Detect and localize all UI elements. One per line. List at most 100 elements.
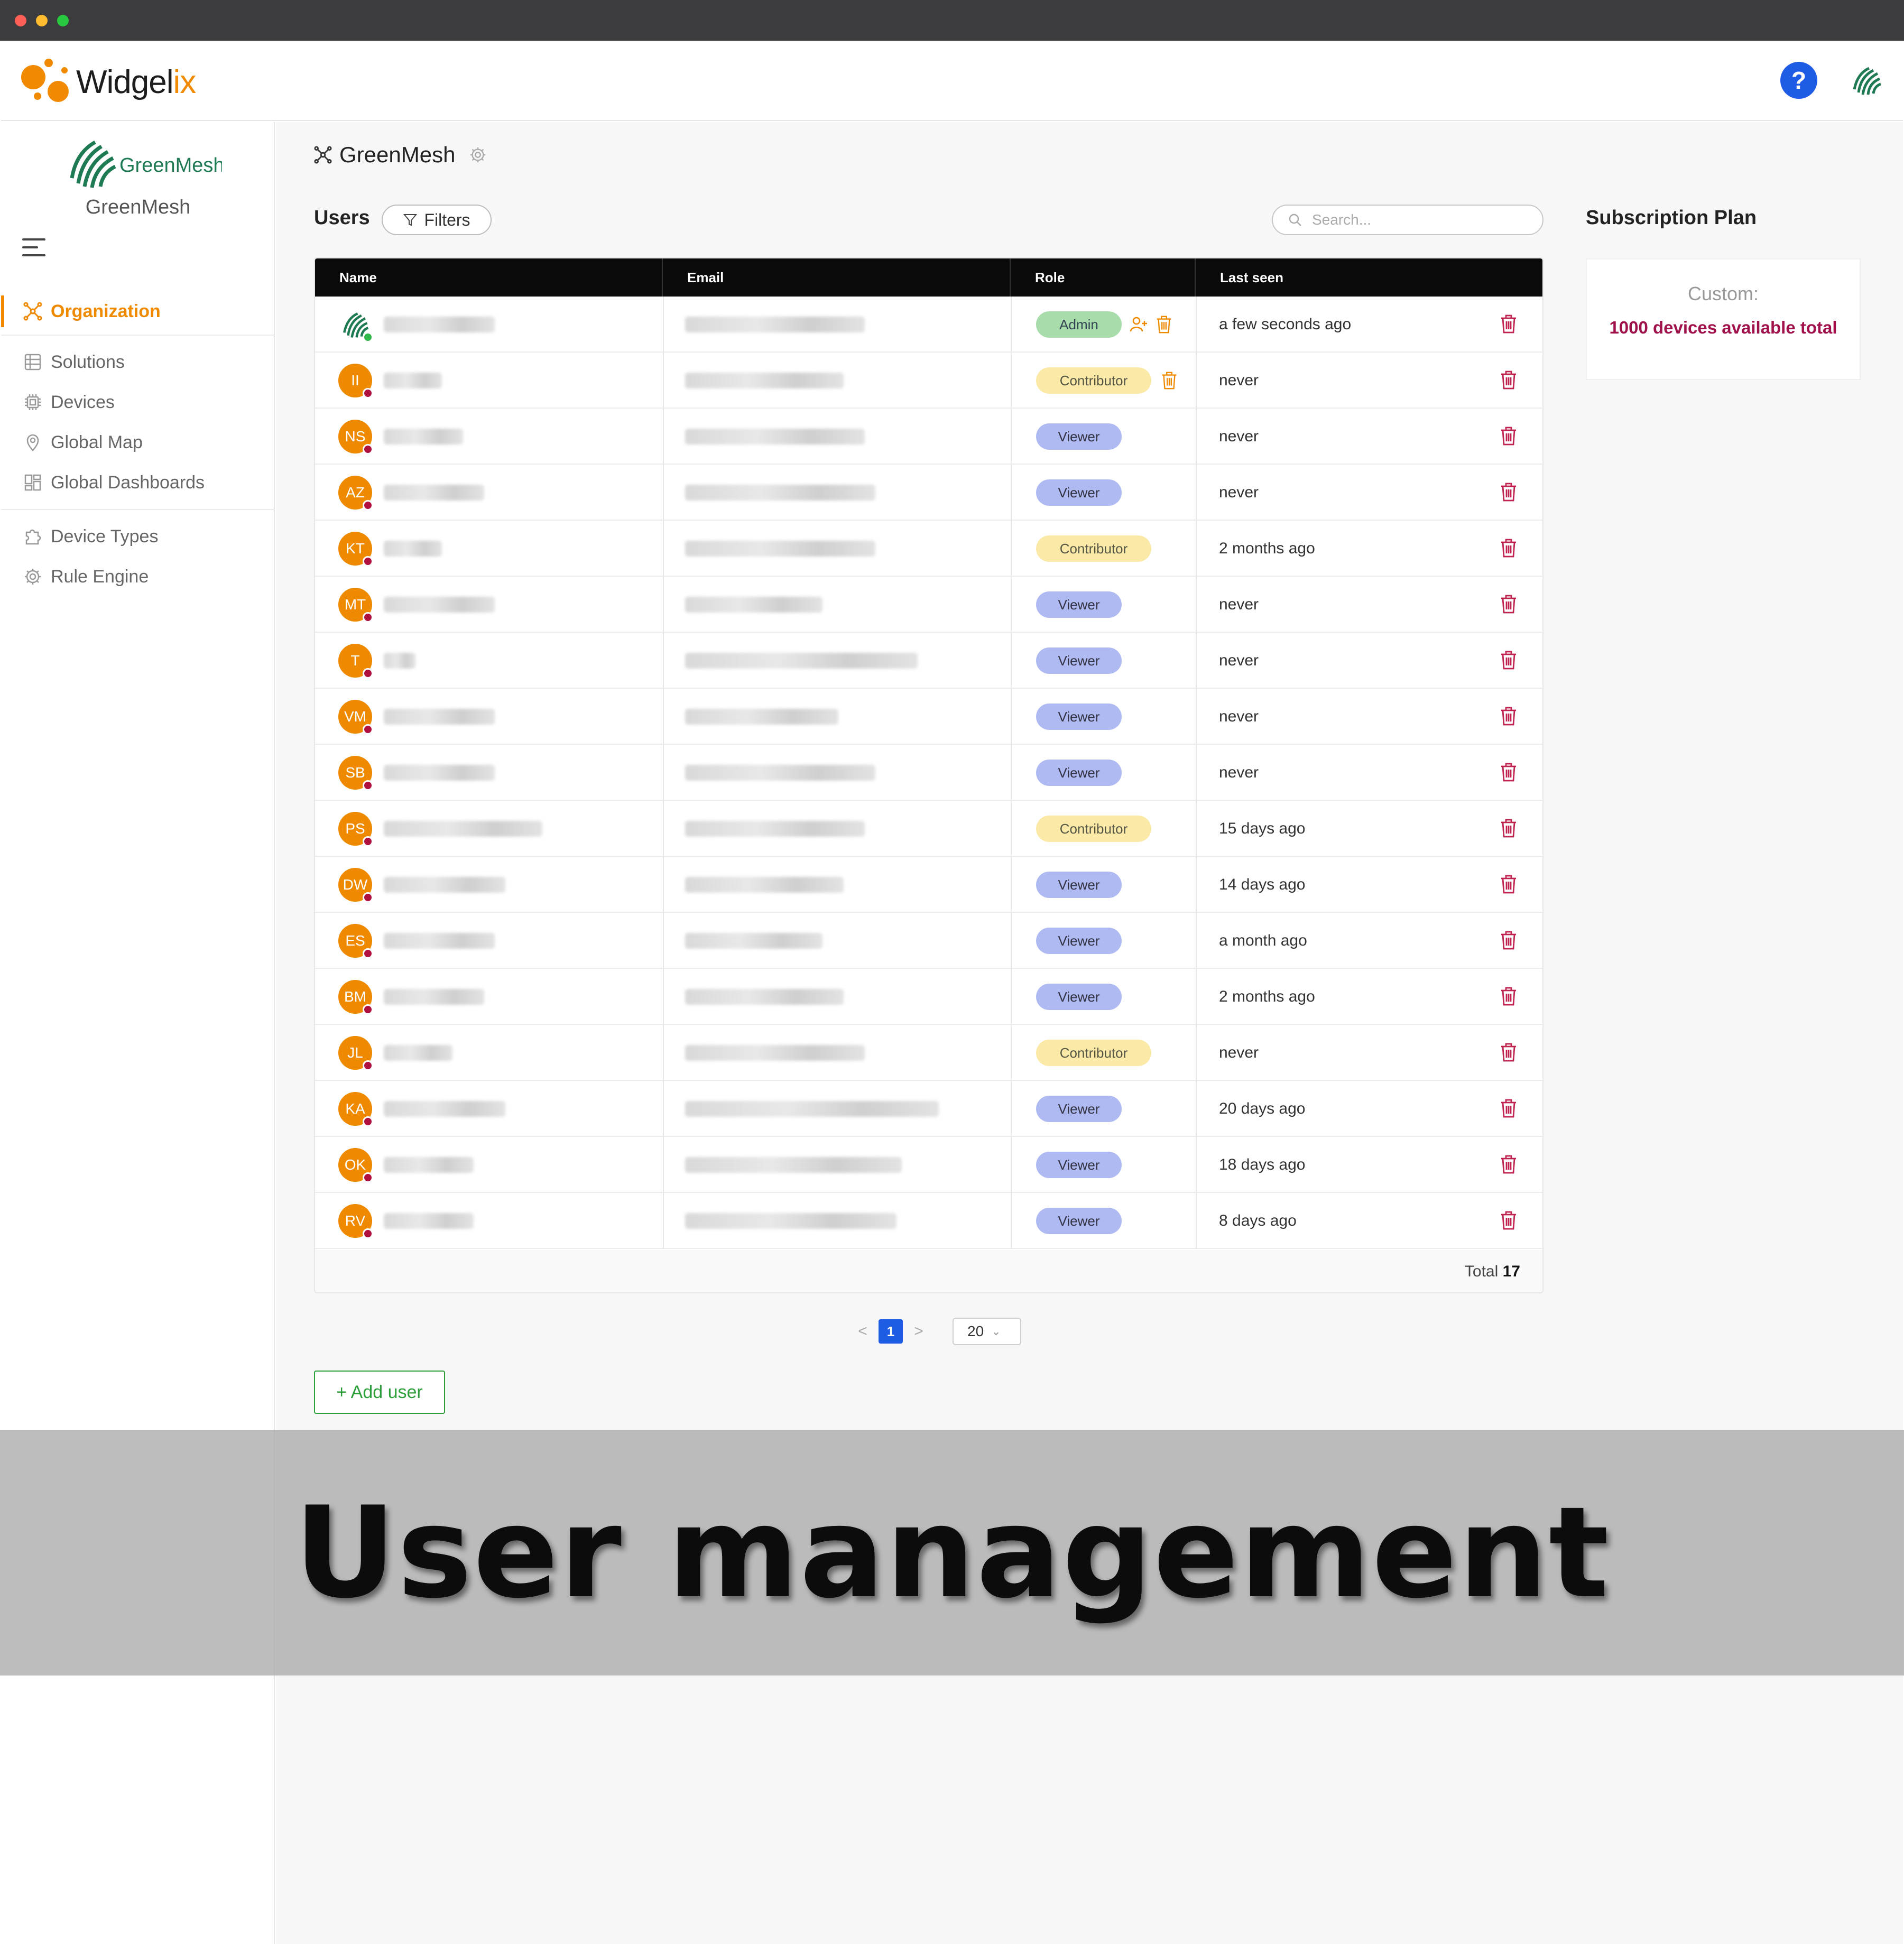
page-size-select[interactable]: 20 ⌄: [953, 1318, 1021, 1345]
user-initials: KA: [345, 1100, 365, 1117]
prev-page-button[interactable]: <: [852, 1322, 873, 1340]
user-avatar: II: [338, 364, 373, 399]
settings-gear-icon[interactable]: [469, 146, 487, 164]
table-row[interactable]: OK Viewer 18 days ago: [315, 1137, 1542, 1193]
role-badge[interactable]: Contributor: [1036, 1040, 1151, 1066]
next-page-button[interactable]: >: [908, 1322, 929, 1340]
delete-user-trash-icon[interactable]: [1499, 482, 1518, 503]
table-row[interactable]: DW Viewer 14 days ago: [315, 857, 1542, 913]
search-input[interactable]: [1312, 211, 1534, 228]
role-badge[interactable]: Viewer: [1036, 760, 1122, 786]
role-badge[interactable]: Viewer: [1036, 1096, 1122, 1122]
org-avatar[interactable]: [1850, 64, 1883, 97]
help-button[interactable]: ?: [1780, 62, 1817, 99]
column-header-last-seen[interactable]: Last seen: [1196, 258, 1542, 297]
table-row[interactable]: SB Viewer never: [315, 745, 1542, 801]
user-avatar: DW: [338, 868, 373, 903]
column-header-name[interactable]: Name: [315, 258, 663, 297]
role-badge[interactable]: Viewer: [1036, 423, 1122, 450]
table-row[interactable]: ES Viewer a month ago: [315, 913, 1542, 969]
user-initials: VM: [344, 708, 366, 725]
table-row[interactable]: AZ Viewer never: [315, 465, 1542, 521]
sidebar-item-solutions[interactable]: Solutions: [1, 342, 275, 382]
column-header-role[interactable]: Role: [1011, 258, 1196, 297]
page-number-current[interactable]: 1: [879, 1319, 903, 1344]
total-count: Total 17: [1464, 1263, 1520, 1280]
role-badge[interactable]: Viewer: [1036, 479, 1122, 506]
sidebar-item-global-map[interactable]: Global Map: [1, 422, 275, 462]
delete-user-trash-icon[interactable]: [1499, 930, 1518, 951]
user-initials: BM: [344, 988, 366, 1005]
delete-user-trash-icon[interactable]: [1499, 874, 1518, 895]
role-badge[interactable]: Viewer: [1036, 1208, 1122, 1234]
delete-user-trash-icon[interactable]: [1499, 650, 1518, 671]
delete-user-trash-icon[interactable]: [1499, 538, 1518, 559]
role-badge[interactable]: Viewer: [1036, 1152, 1122, 1178]
status-dot: [363, 780, 373, 791]
add-user-button[interactable]: + Add user: [314, 1371, 445, 1414]
remove-role-trash-icon[interactable]: [1154, 314, 1173, 335]
table-row[interactable]: KT Contributor 2 months ago: [315, 521, 1542, 577]
delete-user-trash-icon[interactable]: [1499, 1154, 1518, 1175]
sidebar-item-device-types[interactable]: Device Types: [1, 516, 275, 557]
table-row[interactable]: JL Contributor never: [315, 1025, 1542, 1081]
role-badge[interactable]: Admin: [1036, 311, 1122, 338]
sidebar-item-organization[interactable]: Organization: [1, 291, 275, 331]
table-row[interactable]: II Contributor never: [315, 353, 1542, 409]
solutions-icon: [24, 354, 41, 371]
role-badge[interactable]: Contributor: [1036, 367, 1151, 394]
redacted-name: [384, 821, 542, 837]
filters-button[interactable]: Filters: [382, 205, 492, 235]
redacted-email: [685, 485, 875, 501]
cell-divider: [1011, 1137, 1012, 1193]
table-row[interactable]: Admin a few seconds ago: [315, 297, 1542, 353]
role-badge[interactable]: Contributor: [1036, 535, 1151, 562]
widgelix-logo-icon: [21, 55, 74, 108]
table-row[interactable]: T Viewer never: [315, 633, 1542, 689]
table-row[interactable]: VM Viewer never: [315, 689, 1542, 745]
delete-user-trash-icon[interactable]: [1499, 986, 1518, 1007]
cell-divider: [1196, 353, 1197, 409]
minimize-window-button[interactable]: [36, 15, 48, 26]
table-row[interactable]: MT Viewer never: [315, 577, 1542, 633]
cell-divider: [1196, 857, 1197, 913]
delete-user-trash-icon[interactable]: [1499, 313, 1518, 335]
add-admin-icon[interactable]: [1129, 314, 1148, 335]
redacted-email: [685, 373, 844, 388]
cell-divider: [1196, 801, 1197, 857]
table-row[interactable]: PS Contributor 15 days ago: [315, 801, 1542, 857]
role-badge[interactable]: Contributor: [1036, 816, 1151, 842]
redacted-email: [685, 597, 822, 613]
cell-divider: [1196, 745, 1197, 801]
maximize-window-button[interactable]: [57, 15, 69, 26]
role-badge[interactable]: Viewer: [1036, 928, 1122, 954]
table-row[interactable]: NS Viewer never: [315, 409, 1542, 465]
sidebar-item-rule-engine[interactable]: Rule Engine: [1, 557, 275, 597]
table-row[interactable]: BM Viewer 2 months ago: [315, 969, 1542, 1025]
role-badge[interactable]: Viewer: [1036, 984, 1122, 1010]
search-box[interactable]: [1272, 205, 1543, 235]
table-row[interactable]: RV Viewer 8 days ago: [315, 1193, 1542, 1249]
remove-role-trash-icon[interactable]: [1160, 371, 1179, 391]
brand-logo[interactable]: Widgelix: [21, 55, 196, 108]
delete-user-trash-icon[interactable]: [1499, 425, 1518, 447]
delete-user-trash-icon[interactable]: [1499, 369, 1518, 391]
delete-user-trash-icon[interactable]: [1499, 594, 1518, 615]
delete-user-trash-icon[interactable]: [1499, 1098, 1518, 1119]
sidebar-item-devices[interactable]: Devices: [1, 382, 275, 422]
delete-user-trash-icon[interactable]: [1499, 818, 1518, 839]
delete-user-trash-icon[interactable]: [1499, 1210, 1518, 1231]
table-row[interactable]: KA Viewer 20 days ago: [315, 1081, 1542, 1137]
role-badge[interactable]: Viewer: [1036, 703, 1122, 730]
menu-toggle-icon[interactable]: [22, 238, 45, 257]
column-header-email[interactable]: Email: [663, 258, 1011, 297]
role-badge[interactable]: Viewer: [1036, 591, 1122, 618]
delete-user-trash-icon[interactable]: [1499, 1042, 1518, 1063]
delete-user-trash-icon[interactable]: [1499, 706, 1518, 727]
user-avatar: BM: [338, 980, 373, 1015]
sidebar-item-global-dashboards[interactable]: Global Dashboards: [1, 462, 275, 503]
close-window-button[interactable]: [15, 15, 26, 26]
delete-user-trash-icon[interactable]: [1499, 762, 1518, 783]
role-badge[interactable]: Viewer: [1036, 872, 1122, 898]
role-badge[interactable]: Viewer: [1036, 647, 1122, 674]
